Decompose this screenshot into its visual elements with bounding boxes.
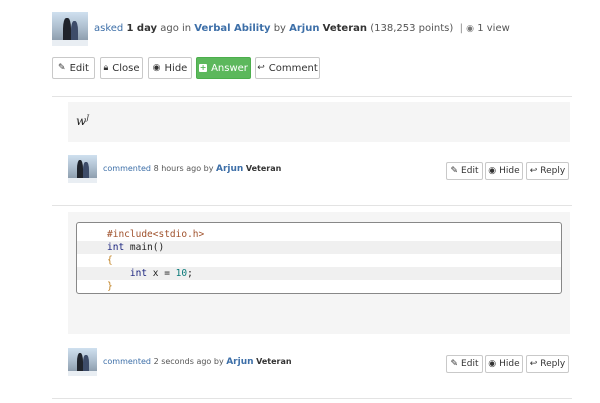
edit-button[interactable]: ✎ Edit — [52, 57, 95, 79]
commented-link[interactable]: commented — [103, 164, 151, 173]
answer-button[interactable]: + Answer — [196, 57, 251, 79]
comment-math: wJ — [76, 114, 89, 128]
user-role: Veteran — [256, 357, 292, 366]
comment-label: Comment — [268, 62, 318, 74]
user-points: (138,253 points) — [370, 23, 454, 34]
code-line: #include<stdio.h> — [77, 228, 561, 241]
reply-label: Reply — [540, 166, 566, 176]
comment-hide-button[interactable]: ◉ Hide — [485, 162, 523, 180]
by-text: by — [273, 23, 286, 34]
hide-label: Hide — [499, 359, 520, 369]
user-role: Veteran — [245, 164, 282, 173]
views-count: 1 view — [477, 23, 510, 34]
edit-label: Edit — [461, 359, 479, 369]
meta-separator: | — [459, 23, 463, 34]
comment-hide-button[interactable]: ◉ Hide — [485, 355, 523, 373]
math-sup: J — [86, 114, 90, 122]
ago-in-text: ago in — [160, 23, 192, 34]
question-meta: asked 1 day ago in Verbal Ability by Arj… — [94, 23, 510, 34]
divider — [52, 96, 572, 97]
user-link[interactable]: Arjun — [216, 164, 243, 174]
code-token: x = — [147, 268, 176, 279]
category-link[interactable]: Verbal Ability — [194, 23, 270, 34]
pencil-icon: ✎ — [450, 358, 459, 369]
avatar[interactable] — [52, 12, 88, 46]
reply-icon: ↩ — [529, 165, 538, 176]
close-label: Close — [112, 62, 140, 74]
reply-icon: ↩ — [257, 62, 265, 73]
divider — [52, 205, 572, 206]
comment-edit-button[interactable]: ✎ Edit — [446, 162, 483, 180]
code-token: main() — [124, 242, 165, 253]
user-link[interactable]: Arjun — [289, 23, 319, 34]
comment-content-panel: wJ — [68, 102, 570, 142]
eye-icon: ◉ — [488, 165, 497, 176]
comment-time: 2 seconds ago — [153, 357, 212, 366]
plus-icon: + — [199, 63, 208, 72]
code-token: int — [107, 268, 148, 279]
code-line: int main() — [77, 241, 561, 254]
comment-avatar[interactable] — [68, 348, 97, 376]
asked-time: 1 day — [126, 23, 158, 34]
code-token: #include<stdio.h> — [107, 229, 205, 240]
comment-time: 8 hours ago — [153, 164, 202, 173]
reply-label: Reply — [540, 359, 566, 369]
code-token: ; — [187, 268, 193, 279]
comment-reply-button[interactable]: ↩ Reply — [526, 162, 569, 180]
user-role: Veteran — [322, 23, 368, 34]
comment-edit-button[interactable]: ✎ Edit — [446, 355, 483, 373]
eye-icon: ◉ — [466, 24, 475, 34]
code-token: { — [107, 255, 113, 266]
comment-content-panel: #include<stdio.h> int main(){ int x = 10;… — [68, 212, 570, 334]
commented-link[interactable]: commented — [103, 357, 151, 366]
eye-icon: ◉ — [488, 358, 497, 369]
hide-label: Hide — [164, 62, 188, 74]
by-text: by — [203, 164, 214, 173]
code-line: } — [77, 280, 561, 293]
code-token: 10 — [175, 268, 188, 279]
edit-label: Edit — [461, 166, 479, 176]
code-block: #include<stdio.h> int main(){ int x = 10;… — [76, 222, 562, 294]
by-text: by — [213, 357, 224, 366]
close-button[interactable]: 🔒︎ Close — [100, 57, 143, 79]
user-link[interactable]: Arjun — [226, 357, 253, 367]
divider — [52, 398, 572, 399]
lock-icon: 🔒︎ — [103, 62, 109, 73]
code-line: int x = 10; — [77, 267, 561, 280]
edit-label: Edit — [69, 62, 89, 74]
eye-icon: ◉ — [152, 62, 161, 73]
code-token: } — [107, 281, 113, 292]
pencil-icon: ✎ — [450, 165, 459, 176]
comment-reply-button[interactable]: ↩ Reply — [526, 355, 569, 373]
comment-avatar[interactable] — [68, 155, 97, 183]
pencil-icon: ✎ — [58, 62, 66, 73]
answer-label: Answer — [211, 62, 248, 74]
hide-button[interactable]: ◉ Hide — [148, 57, 192, 79]
comment-button[interactable]: ↩ Comment — [255, 57, 320, 79]
comment-meta: commented 2 seconds ago by Arjun Veteran — [103, 357, 292, 367]
reply-icon: ↩ — [529, 358, 538, 369]
comment-meta: commented 8 hours ago by Arjun Veteran — [103, 164, 281, 174]
hide-label: Hide — [499, 166, 520, 176]
code-token: int — [107, 242, 125, 253]
code-line: { — [77, 254, 561, 267]
math-base: w — [76, 114, 87, 128]
asked-link[interactable]: asked — [94, 23, 123, 34]
